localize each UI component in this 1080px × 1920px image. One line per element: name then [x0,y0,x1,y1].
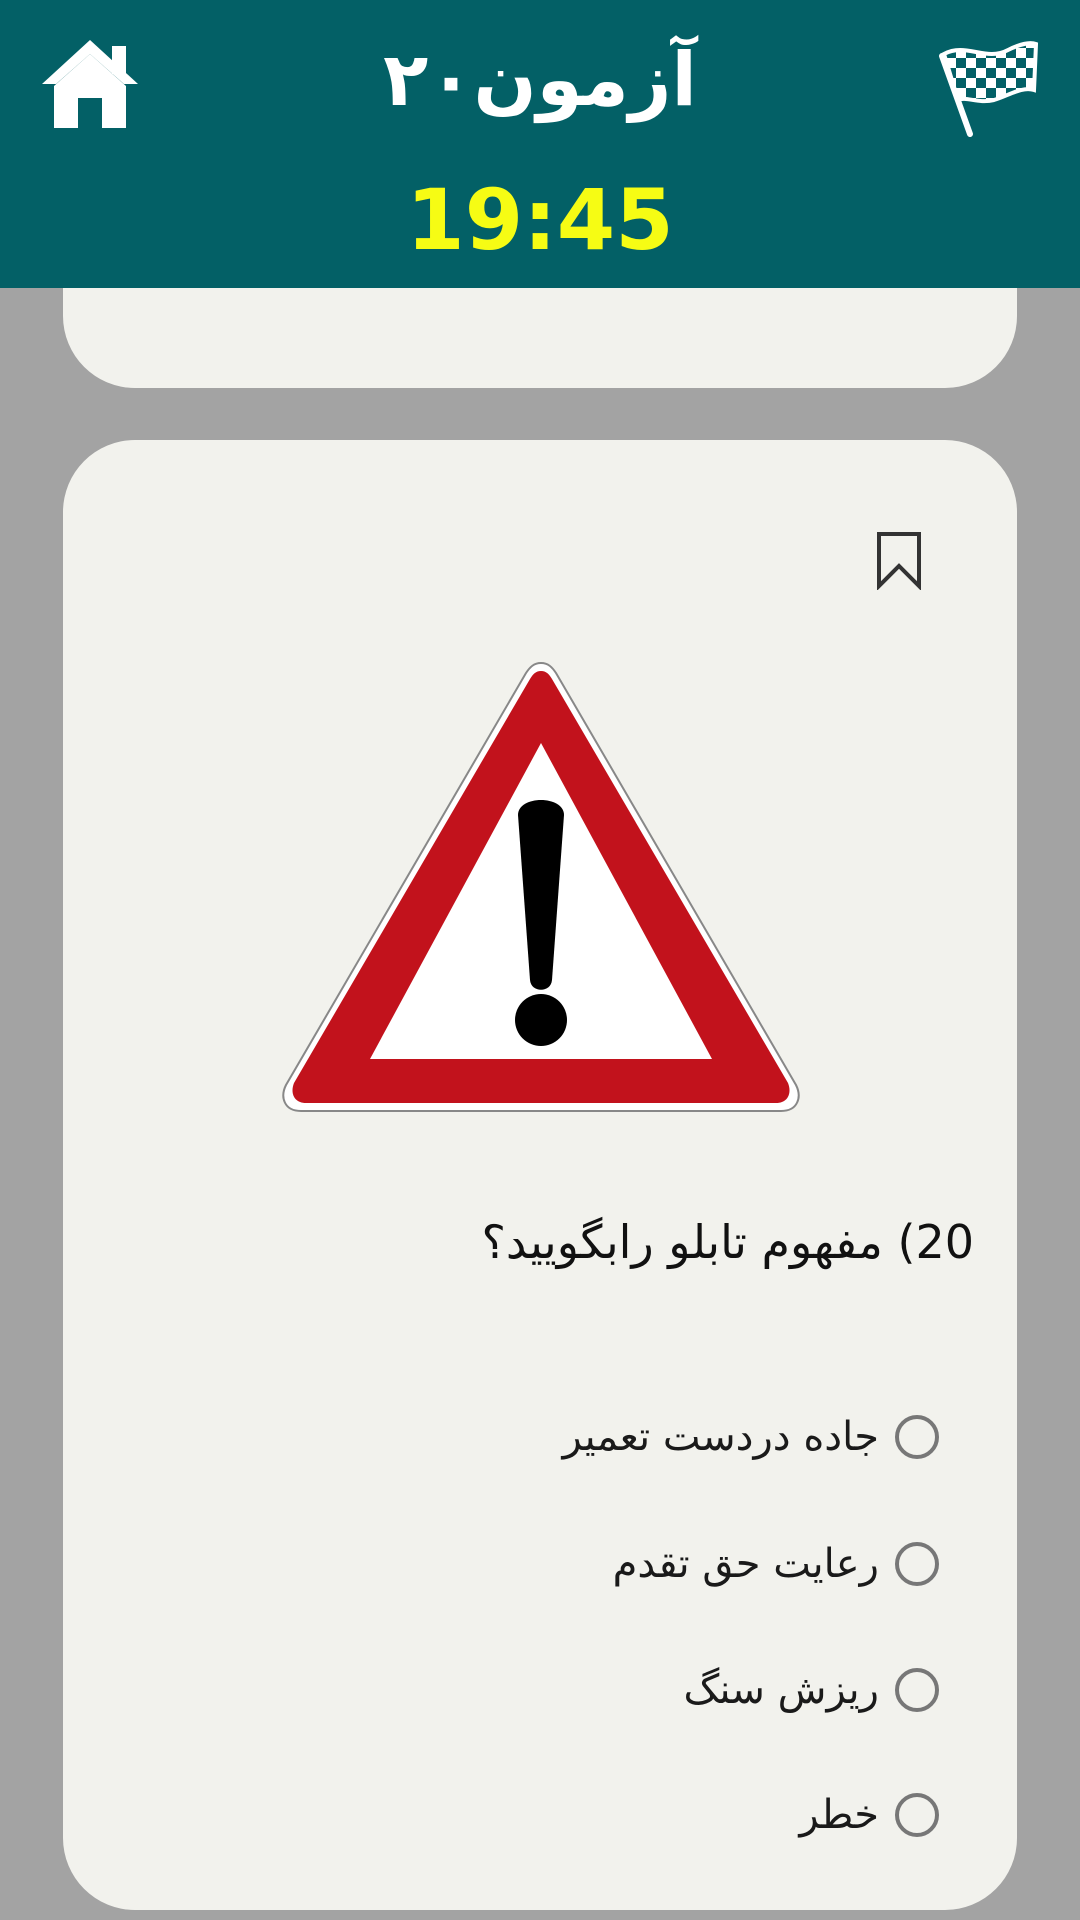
radio-button[interactable] [895,1668,939,1712]
finish-exam-button[interactable] [936,38,1040,138]
question-body: مفهوم تابلو رابگویید؟ [481,1215,883,1269]
home-icon [42,40,138,128]
answer-option-2[interactable]: رعایت حق تقدم [613,1534,939,1594]
radio-button[interactable] [895,1542,939,1586]
answer-label: ریزش سنگ [683,1667,879,1713]
bookmark-icon [877,532,921,591]
warning-triangle-sign-icon [282,661,800,1112]
question-card: 20) مفهوم تابلو رابگویید؟ جاده دردست تعم… [63,440,1017,1910]
answer-option-1[interactable]: جاده دردست تعمیر [562,1407,939,1467]
question-text: 20) مفهوم تابلو رابگویید؟ [114,1212,974,1272]
exam-title: آزمون۲۰ [383,37,697,123]
answer-option-3[interactable]: ریزش سنگ [684,1660,939,1720]
answer-option-4[interactable]: خطر [799,1785,939,1845]
question-number: 20) [897,1215,975,1269]
home-button[interactable] [40,36,140,131]
checkered-flag-icon [939,41,1039,137]
bookmark-button[interactable] [875,530,923,591]
answer-label: جاده دردست تعمیر [562,1414,879,1460]
countdown-timer: 19:45 [406,171,674,269]
answer-label: رعایت حق تقدم [612,1541,879,1587]
radio-button[interactable] [895,1793,939,1837]
top-app-bar: آزمون۲۰ 19:45 [0,0,1080,288]
answer-label: خطر [799,1792,879,1838]
radio-button[interactable] [895,1415,939,1459]
